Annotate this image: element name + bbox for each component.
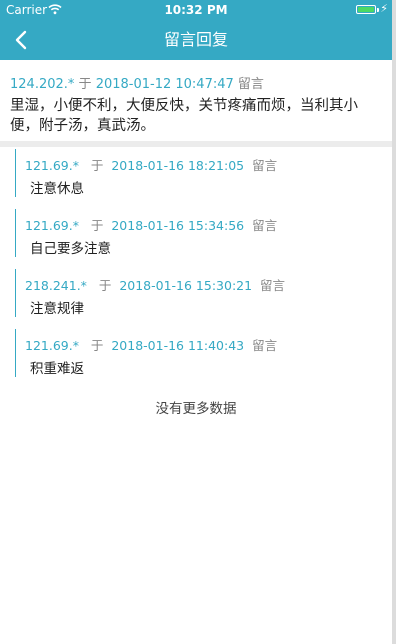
message-tag: 留言 (237, 77, 264, 92)
reply-item: 218.241.* 于 2018-01-16 15:30:21 留言 注意规律 (15, 269, 386, 317)
reply-content: 注意规律 (30, 301, 84, 317)
reply-content: 自己要多注意 (30, 241, 111, 257)
reply-sep: 于 (98, 278, 112, 293)
reply-meta: 121.69.* 于 2018-01-16 18:21:05 留言 (25, 155, 277, 174)
reply-ip: 121.69.* (25, 338, 79, 353)
reply-meta: 218.241.* 于 2018-01-16 15:30:21 留言 (25, 275, 285, 294)
reply-sep: 于 (90, 158, 104, 173)
reply-time: 2018-01-16 18:21:05 (111, 158, 245, 173)
battery-icon (356, 5, 376, 14)
reply-time: 2018-01-16 11:40:43 (111, 338, 245, 353)
reply-content: 积重难返 (30, 361, 84, 377)
message-meta: 124.202.* 于 2018-01-12 10:47:47 留言 (10, 73, 264, 92)
reply-sep: 于 (90, 338, 104, 353)
reply-content: 注意休息 (30, 181, 84, 197)
reply-tag: 留言 (252, 158, 278, 173)
reply-time: 2018-01-16 15:34:56 (111, 218, 245, 233)
reply-tag: 留言 (252, 218, 278, 233)
message-ip: 124.202.* (10, 77, 75, 92)
reply-time: 2018-01-16 15:30:21 (119, 278, 253, 293)
status-time: 10:32 PM (164, 3, 228, 17)
reply-ip: 218.241.* (25, 278, 87, 293)
nav-bar: 留言回复 (0, 20, 392, 60)
reply-tag: 留言 (260, 278, 286, 293)
message-content: 里湿，小便不利，大便反快，关节疼痛而烦，当利其小便，附子汤，真武汤。 (10, 98, 358, 134)
message-time: 2018-01-12 10:47:47 (95, 77, 234, 92)
reply-tag: 留言 (252, 338, 278, 353)
status-bar: Carrier 10:32 PM ⚡ (0, 0, 392, 20)
charging-icon: ⚡ (380, 2, 388, 15)
reply-sep: 于 (90, 218, 104, 233)
message-sep: 于 (78, 77, 92, 92)
reply-item: 121.69.* 于 2018-01-16 18:21:05 留言 注意休息 (15, 149, 386, 197)
page-title: 留言回复 (163, 30, 228, 49)
reply-item: 121.69.* 于 2018-01-16 15:34:56 留言 自己要多注意 (15, 209, 386, 257)
window-edge (392, 0, 396, 644)
section-divider (0, 141, 392, 147)
reply-ip: 121.69.* (25, 158, 79, 173)
reply-ip: 121.69.* (25, 218, 79, 233)
reply-meta: 121.69.* 于 2018-01-16 11:40:43 留言 (25, 335, 277, 354)
reply-meta: 121.69.* 于 2018-01-16 15:34:56 留言 (25, 215, 277, 234)
battery-tip (377, 8, 379, 12)
no-more-data-label: 没有更多数据 (155, 401, 237, 417)
reply-item: 121.69.* 于 2018-01-16 11:40:43 留言 积重难返 (15, 329, 386, 377)
